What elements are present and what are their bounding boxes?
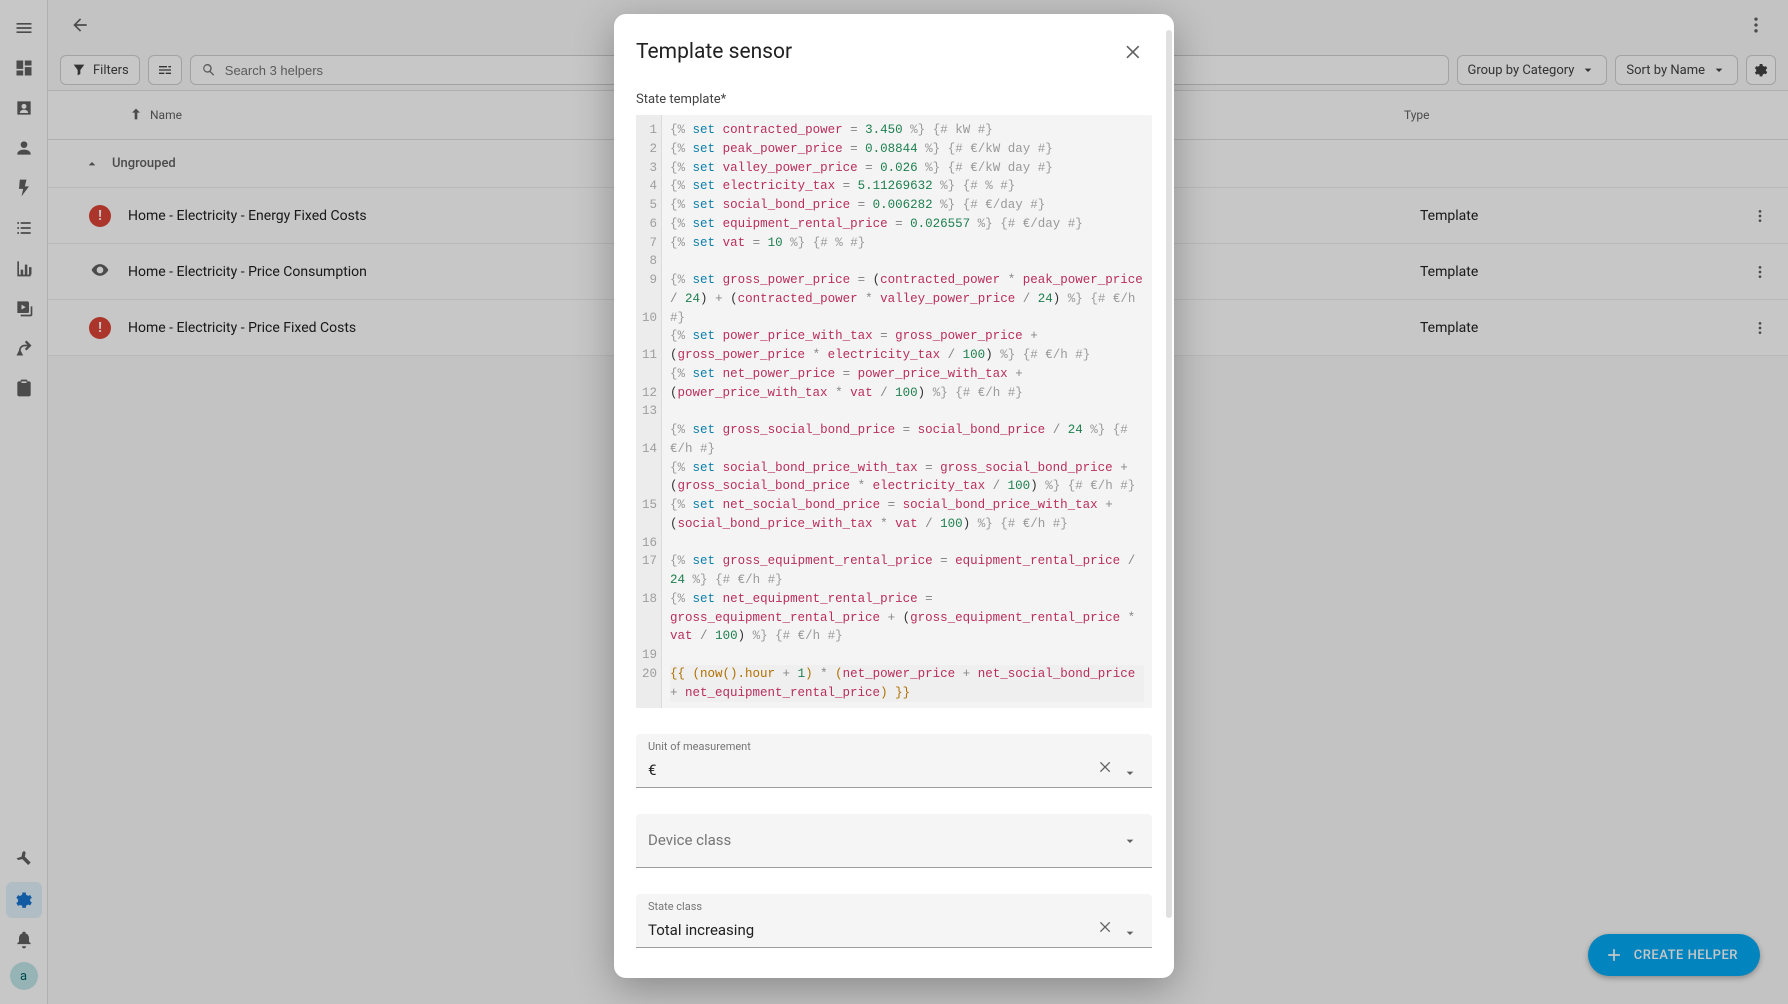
chevron-down-icon[interactable]: [1120, 925, 1140, 941]
close-button[interactable]: [1116, 34, 1152, 70]
clear-button[interactable]: [1092, 913, 1120, 941]
field-placeholder: Device class: [648, 831, 1120, 851]
close-icon: [1124, 42, 1144, 62]
field-value: Total increasing: [648, 921, 1092, 941]
close-icon: [1098, 759, 1114, 775]
state-class-field[interactable]: State class Total increasing: [636, 894, 1152, 948]
unit-of-measurement-field[interactable]: Unit of measurement €: [636, 734, 1152, 788]
clear-button[interactable]: [1092, 753, 1120, 781]
state-template-editor[interactable]: 1234567891011121314151617181920 {% set c…: [636, 115, 1152, 708]
field-label: State class: [648, 900, 702, 913]
chevron-down-icon[interactable]: [1120, 765, 1140, 781]
close-icon: [1098, 919, 1114, 935]
dialog-title: Template sensor: [636, 40, 1116, 64]
device-class-field[interactable]: Device class: [636, 814, 1152, 868]
template-sensor-dialog: Template sensor State template* 12345678…: [614, 14, 1174, 978]
chevron-down-icon[interactable]: [1120, 833, 1140, 849]
code-gutter: 1234567891011121314151617181920: [636, 115, 662, 708]
field-label: Unit of measurement: [648, 740, 751, 753]
state-template-label: State template*: [636, 92, 1152, 107]
code-content[interactable]: {% set contracted_power = 3.450 %} {# kW…: [662, 115, 1152, 708]
field-value: €: [648, 761, 1092, 781]
